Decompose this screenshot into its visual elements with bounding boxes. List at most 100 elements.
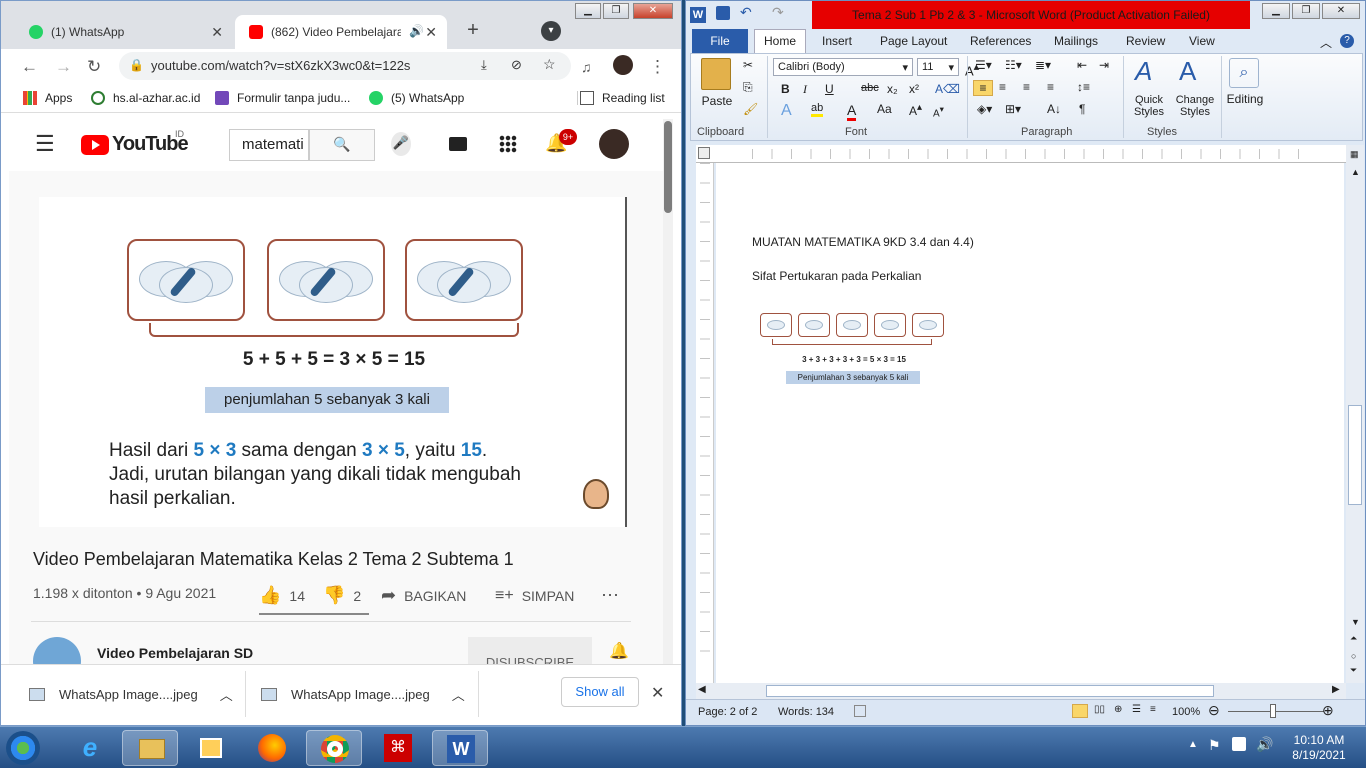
channel-name[interactable]: Video Pembelajaran SD	[97, 645, 253, 661]
tab-view[interactable]: View	[1189, 34, 1215, 48]
bookmark-alazhar[interactable]: hs.al-azhar.ac.id	[91, 91, 200, 105]
tab-file[interactable]: File	[692, 29, 748, 53]
select-browse-icon[interactable]: ○	[1351, 651, 1356, 661]
apps-icon[interactable]	[499, 135, 517, 153]
install-icon[interactable]: ⤓	[481, 57, 487, 73]
web-layout-icon[interactable]: ⊕	[1114, 704, 1122, 715]
download-item[interactable]: WhatsApp Image....jpeg ︿	[29, 685, 233, 704]
highlight-icon[interactable]: ab	[811, 102, 824, 117]
underline-icon[interactable]: U	[825, 82, 834, 96]
taskbar-chrome[interactable]	[306, 730, 362, 766]
clear-formatting-icon[interactable]: A⌫	[935, 82, 960, 96]
show-all-button[interactable]: Show all	[561, 677, 639, 707]
flag-icon[interactable]: ⚑	[1208, 737, 1221, 754]
bookmark-apps[interactable]: Apps	[23, 91, 72, 105]
draft-icon[interactable]: ≡	[1150, 704, 1156, 715]
media-icon[interactable]: ♫	[581, 59, 592, 75]
zoom-thumb[interactable]	[1270, 704, 1276, 718]
subscribe-button[interactable]: DISUBSCRIBE	[468, 637, 592, 664]
document-page[interactable]: MUATAN MATEMATIKA 9KD 3.4 dan 4.4) Sifat…	[716, 163, 1344, 683]
horizontal-scrollbar[interactable]: ◀ ▶	[696, 683, 1346, 699]
paste-icon[interactable]	[701, 58, 731, 90]
undo-icon[interactable]: ↶	[740, 4, 752, 21]
star-icon[interactable]: ☆	[543, 56, 556, 73]
search-input[interactable]: matemati	[229, 129, 309, 161]
avatar[interactable]	[599, 129, 629, 159]
format-painter-icon[interactable]: 🖌	[743, 102, 758, 116]
reading-view-icon[interactable]: ▯▯	[1094, 704, 1105, 715]
ruler-toggle-icon[interactable]: ▦	[1350, 149, 1359, 160]
change-styles-icon[interactable]: A	[1179, 56, 1196, 87]
bold-icon[interactable]: B	[781, 82, 790, 96]
dislike-button[interactable]: 👎 2	[323, 585, 381, 606]
align-right-icon[interactable]: ≡	[1023, 80, 1030, 94]
close-window-button[interactable]: ✕	[1322, 3, 1360, 19]
shrink-font-icon[interactable]: A▾	[933, 104, 944, 119]
close-window-button[interactable]: ✕	[633, 3, 673, 19]
maximize-button[interactable]: ❐	[603, 3, 629, 19]
change-styles-button[interactable]: Change Styles	[1173, 94, 1217, 118]
more-icon[interactable]: ⋯	[601, 585, 619, 606]
quick-styles-button[interactable]: Quick Styles	[1129, 94, 1169, 118]
line-spacing-icon[interactable]: ↕≡	[1077, 80, 1090, 94]
eye-off-icon[interactable]: ⊘	[511, 57, 522, 73]
tab-whatsapp[interactable]: (1) WhatsApp ✕	[15, 15, 233, 49]
chevron-up-icon[interactable]: ︿	[220, 685, 233, 704]
close-tab-icon[interactable]: ✕	[211, 24, 223, 41]
shading-icon[interactable]: ◈▾	[977, 102, 992, 116]
next-page-icon[interactable]: ⏷	[1350, 665, 1357, 676]
taskbar-firefox[interactable]	[244, 730, 300, 766]
hscroll-thumb[interactable]	[766, 685, 1214, 697]
page-count[interactable]: Page: 2 of 2	[698, 706, 757, 718]
like-button[interactable]: 👍 14	[259, 585, 323, 606]
taskbar-word[interactable]: W	[432, 730, 488, 766]
tab-references[interactable]: References	[970, 34, 1031, 48]
taskbar-explorer[interactable]	[122, 730, 178, 766]
video-player[interactable]: 5 + 5 + 5 = 3 × 5 = 15 penjumlahan 5 seb…	[39, 197, 627, 527]
vertical-scrollbar[interactable]: ▦ ▲ ▼ ⏶ ○ ⏷	[1346, 145, 1364, 683]
align-left-icon[interactable]: ≡	[973, 80, 993, 96]
doc-image[interactable]: 3 + 3 + 3 + 3 + 3 = 5 × 3 = 15 Penjumlah…	[752, 303, 956, 387]
bookmark-whatsapp[interactable]: (5) WhatsApp	[369, 91, 464, 105]
font-name-combo[interactable]: Calibri (Body) ▾	[773, 58, 913, 76]
scroll-up-icon[interactable]: ▲	[1351, 167, 1360, 177]
print-layout-icon[interactable]	[1072, 704, 1088, 718]
create-video-icon[interactable]	[449, 137, 467, 151]
channel-avatar[interactable]	[33, 637, 81, 664]
scroll-down-icon[interactable]: ▼	[1351, 617, 1360, 627]
font-size-combo[interactable]: 11 ▾	[917, 58, 959, 76]
copy-icon[interactable]: ⎘	[743, 80, 753, 95]
binoculars-icon[interactable]: ⌕	[1229, 58, 1259, 88]
help-icon[interactable]: ?	[1340, 34, 1354, 48]
hamburger-icon[interactable]: ☰	[35, 131, 55, 157]
zoom-in-icon[interactable]: ⊕	[1322, 702, 1334, 719]
borders-icon[interactable]: ⊞▾	[1005, 102, 1021, 116]
redo-icon[interactable]: ↷	[772, 4, 784, 21]
address-bar[interactable]: 🔒 youtube.com/watch?v=stX6zkX3wc0&t=122s…	[119, 52, 571, 80]
back-icon[interactable]: ←	[21, 57, 38, 77]
horizontal-ruler[interactable]	[696, 145, 1346, 163]
minimize-button[interactable]: ▁	[1262, 3, 1290, 19]
taskbar-ie[interactable]: e	[62, 730, 118, 766]
superscript-icon[interactable]: x²	[909, 82, 919, 96]
new-tab-button[interactable]: +	[461, 19, 485, 43]
save-button[interactable]: ≡+ SIMPAN	[495, 585, 601, 606]
font-color-icon[interactable]: A	[847, 102, 857, 121]
italic-icon[interactable]: I	[803, 82, 807, 97]
quick-styles-icon[interactable]: A	[1135, 56, 1152, 87]
menu-icon[interactable]: ⋮	[649, 57, 666, 77]
scroll-right-icon[interactable]: ▶	[1332, 684, 1340, 695]
align-center-icon[interactable]: ≡	[999, 80, 1006, 94]
pilcrow-icon[interactable]: ¶	[1079, 102, 1085, 116]
tab-insert[interactable]: Insert	[822, 34, 852, 48]
minimize-button[interactable]: ▁	[575, 3, 601, 19]
share-button[interactable]: ➦ BAGIKAN	[381, 585, 495, 606]
strikethrough-icon[interactable]: abc	[861, 82, 879, 94]
download-item[interactable]: WhatsApp Image....jpeg ︿	[261, 685, 465, 704]
clock[interactable]: 10:10 AM 8/19/2021	[1284, 733, 1354, 763]
reload-icon[interactable]: ↻	[87, 57, 101, 77]
numbering-icon[interactable]: ☷▾	[1005, 58, 1022, 72]
tab-selector[interactable]	[698, 147, 710, 159]
audio-playing-icon[interactable]: 🔊	[409, 24, 424, 38]
ribbon-collapse-icon[interactable]: ︿	[1320, 34, 1332, 51]
